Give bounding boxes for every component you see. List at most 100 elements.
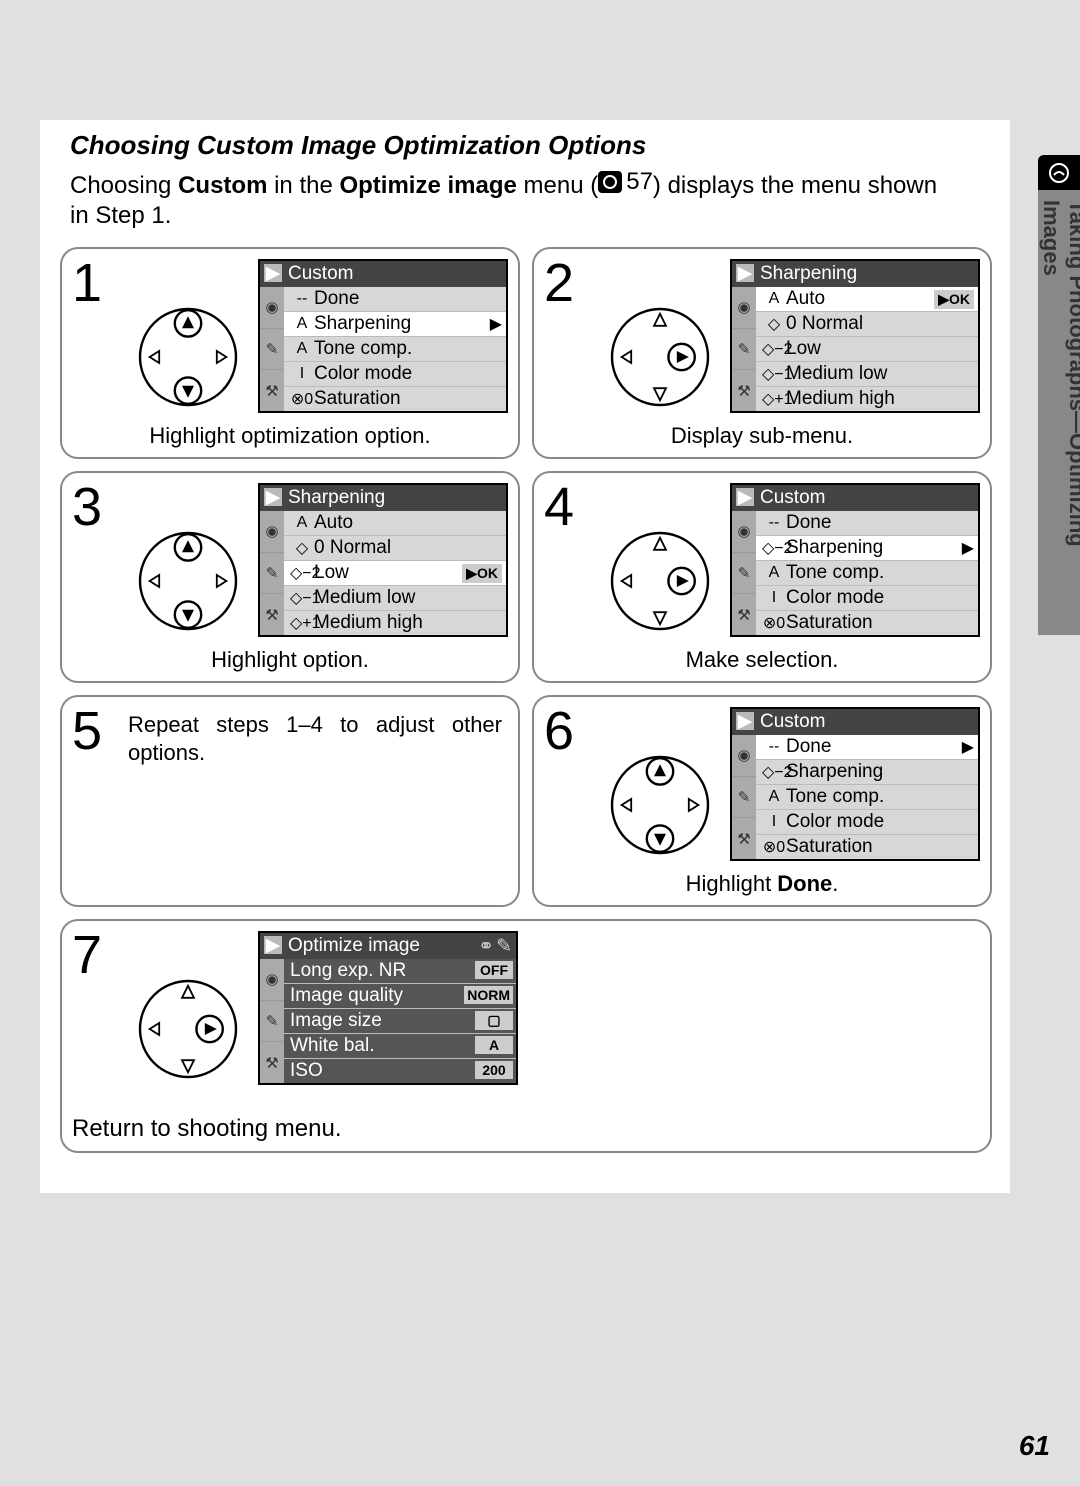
menu-title-bar: ▶Sharpening (732, 261, 978, 287)
menu-item[interactable]: ◇0 Normal (756, 311, 978, 336)
menu-item[interactable]: IColor mode (756, 809, 978, 834)
camera-menu: ▶ Custom ◉✎⚒ --Done ◇−2Sharpening▶ ATone … (730, 483, 980, 637)
menu-side-icons: ◉✎⚒ (732, 735, 756, 859)
menu-item[interactable]: ISO200 (284, 1058, 516, 1083)
camera-icon: ◉ (732, 287, 756, 329)
ok-badge: ▶OK (462, 564, 502, 583)
menu-title: Optimize image (288, 935, 420, 956)
pencil-icon: ✎ (732, 329, 756, 371)
camera-menu: ▶Sharpening ◉✎⚒ AAuto ◇0 Normal ◇−2Low▶O… (258, 483, 508, 637)
menu-item[interactable]: AAuto (284, 511, 506, 535)
step-1-panel: 1 ▶ Custom (60, 247, 520, 459)
menu-item[interactable]: IColor mode (756, 585, 978, 610)
menu-item[interactable]: Image size▢ (284, 1008, 516, 1033)
step-caption: Make selection. (544, 647, 980, 673)
pencil-icon: ✎ (732, 777, 756, 819)
intro-text: menu ( (517, 172, 598, 199)
camera-icon: ◉ (260, 959, 284, 1001)
wrench-icon: ⚒ (260, 1042, 284, 1083)
menu-item[interactable]: ATone comp. (284, 336, 506, 361)
menu-item-selected[interactable]: ◇−2Sharpening▶ (756, 535, 978, 560)
step-number: 6 (544, 705, 592, 756)
menu-item-selected[interactable]: AAuto▶OK (756, 287, 978, 311)
camera-icon: ◉ (260, 287, 284, 329)
menu-item[interactable]: --Done (756, 511, 978, 535)
pencil-icon: ✎ (496, 935, 512, 958)
menu-side-icons: ◉✎⚒ (260, 511, 284, 635)
page-reference: 57 (598, 167, 653, 197)
menu-item[interactable]: Long exp. NROFF (284, 959, 516, 983)
camera-icon: ◉ (260, 511, 284, 553)
menu-item[interactable]: ⊗0Saturation (756, 834, 978, 859)
menu-item[interactable]: ◇+1Medium high (756, 386, 978, 411)
play-icon: ▶ (736, 488, 754, 506)
pencil-icon: ✎ (260, 553, 284, 595)
menu-title-bar: ▶ Custom (732, 709, 978, 735)
step-instruction: Repeat steps 1–4 to adjust other options… (128, 705, 508, 766)
menu-title-bar: ▶ Custom (260, 261, 506, 287)
ok-badge: ▶OK (934, 290, 974, 309)
dpad-icon (600, 521, 720, 641)
camera-icon: ◉ (732, 511, 756, 553)
link-icon: ⚭ (478, 935, 494, 958)
camera-menu: ▶ Custom ◉✎⚒ --Done▶ ◇−2Sharpening ATone … (730, 707, 980, 861)
step-caption: Display sub-menu. (544, 423, 980, 449)
menu-list: AAuto▶OK ◇0 Normal ◇−2Low ◇−1Medium low … (756, 287, 978, 411)
menu-side-icons: ◉✎⚒ (732, 511, 756, 635)
intro-text: in the (267, 172, 339, 199)
dpad-icon (128, 297, 248, 417)
menu-side-icons: ◉ ✎ ⚒ (260, 287, 284, 411)
menu-list: --Done ASharpening▶ ATone comp. IColor m… (284, 287, 506, 411)
page-number: 61 (1019, 1430, 1050, 1462)
menu-item[interactable]: --Done (284, 287, 506, 311)
camera-icon: ◉ (732, 735, 756, 777)
menu-item[interactable]: ◇−2Sharpening (756, 759, 978, 784)
menu-item[interactable]: ATone comp. (756, 784, 978, 809)
camera-menu: ▶Sharpening ◉✎⚒ AAuto▶OK ◇0 Normal ◇−2Lo… (730, 259, 980, 413)
arrow-right-icon: ▶ (958, 538, 974, 558)
value-badge: ▢ (475, 1011, 513, 1030)
section-tab: Taking Photographs—Optimizing Images (1038, 155, 1080, 635)
title-icons: ⚭ ✎ (478, 935, 512, 958)
steps-grid: 1 ▶ Custom (60, 247, 990, 1153)
camera-menu: ▶ Optimize image ⚭ ✎ ◉✎⚒ Long exp (258, 931, 518, 1085)
dpad-icon (128, 521, 248, 641)
menu-item[interactable]: ◇−1Medium low (284, 585, 506, 610)
play-icon: ▶ (264, 936, 282, 954)
menu-title: Sharpening (760, 263, 857, 284)
menu-item-selected[interactable]: ASharpening▶ (284, 311, 506, 336)
menu-item-selected[interactable]: ◇−2Low▶OK (284, 560, 506, 585)
menu-title-bar: ▶ Optimize image ⚭ ✎ (260, 933, 516, 959)
menu-item[interactable]: White bal.A (284, 1033, 516, 1058)
menu-item[interactable]: IColor mode (284, 361, 506, 386)
menu-item[interactable]: ⊗0Saturation (284, 386, 506, 411)
dpad-icon (600, 745, 720, 865)
menu-item[interactable]: ⊗0Saturation (756, 610, 978, 635)
step-5-panel: 5 Repeat steps 1–4 to adjust other optio… (60, 695, 520, 907)
arrow-right-icon: ▶ (958, 737, 974, 757)
step-3-panel: 3 ▶Sharpening ◉✎⚒ (60, 471, 520, 683)
menu-list: Long exp. NROFF Image qualityNORM Image … (284, 959, 516, 1083)
step-number: 4 (544, 481, 592, 532)
page-ref-number: 57 (626, 167, 653, 197)
step-number: 3 (72, 481, 120, 532)
dpad-icon (128, 969, 248, 1089)
step-4-panel: 4 ▶ Custom ◉✎⚒ (532, 471, 992, 683)
menu-item[interactable]: ATone comp. (756, 560, 978, 585)
menu-item[interactable]: Image qualityNORM (284, 983, 516, 1008)
menu-item[interactable]: ◇0 Normal (284, 535, 506, 560)
step-number: 2 (544, 257, 592, 308)
play-icon: ▶ (736, 712, 754, 730)
dpad-icon (600, 297, 720, 417)
menu-item[interactable]: ◇−2Low (756, 336, 978, 361)
menu-item[interactable]: ◇−1Medium low (756, 361, 978, 386)
play-icon: ▶ (264, 488, 282, 506)
menu-item-selected[interactable]: --Done▶ (756, 735, 978, 759)
menu-item[interactable]: ◇+1Medium high (284, 610, 506, 635)
tab-icon (1038, 155, 1080, 190)
step-caption: Highlight optimization option. (72, 423, 508, 449)
page-ref-icon (598, 171, 622, 193)
play-icon: ▶ (264, 264, 282, 282)
menu-title: Custom (760, 711, 825, 732)
menu-title: Custom (760, 487, 825, 508)
